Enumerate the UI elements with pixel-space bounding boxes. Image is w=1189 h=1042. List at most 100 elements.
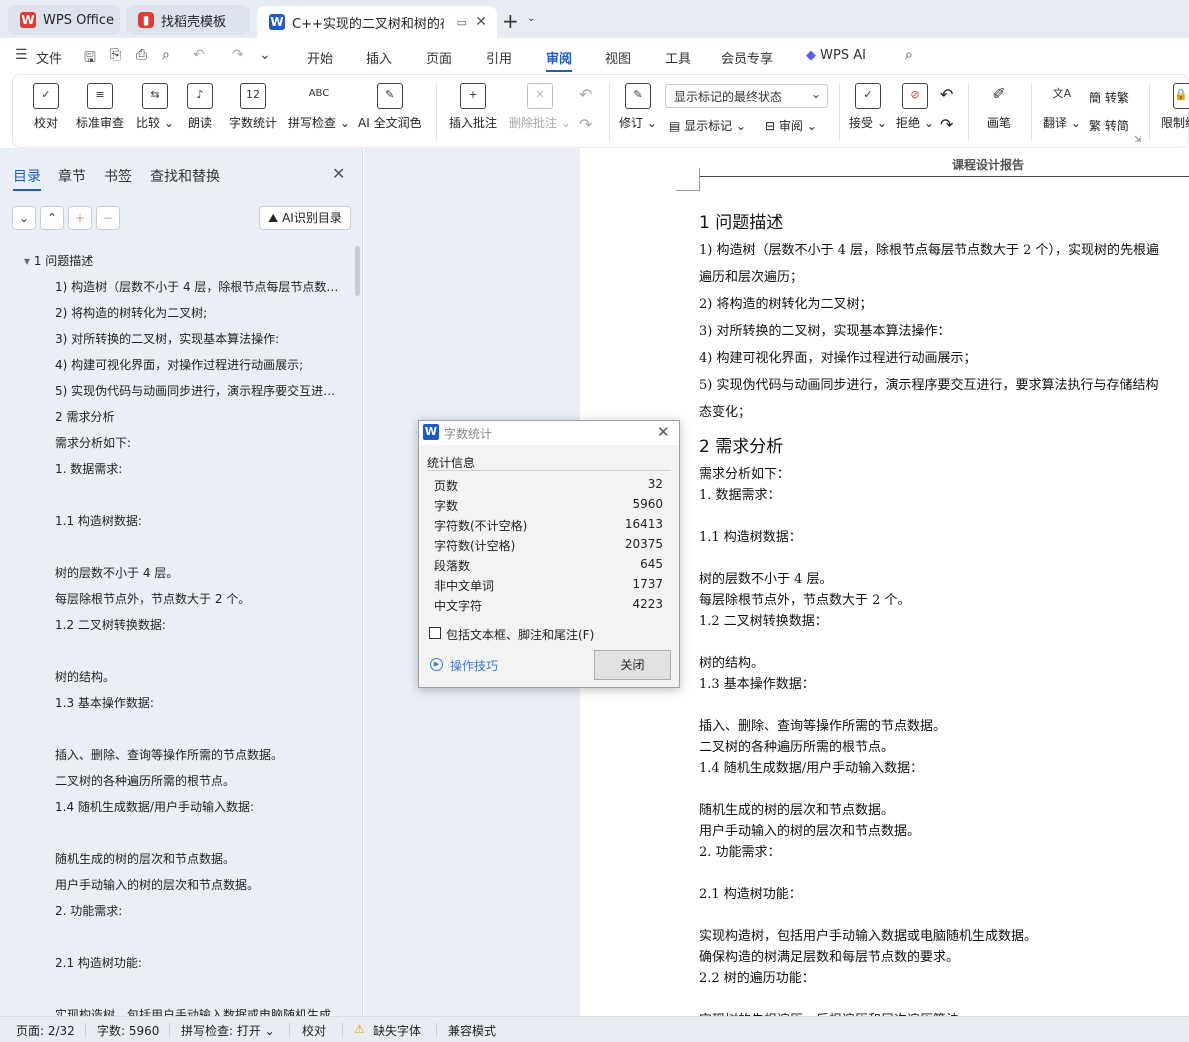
markup-state-select[interactable]: 显示标记的最终状态 ⌄ <box>665 84 828 108</box>
pen-button[interactable]: ✐ 画笔 <box>986 83 1012 131</box>
toc-item[interactable]: 1.1 构造树数据: <box>55 512 340 529</box>
tips-link[interactable]: 操作技巧 <box>450 657 498 674</box>
tab-sections[interactable]: 章节 <box>58 166 86 186</box>
previous-comment-icon[interactable]: ↶ <box>579 85 592 104</box>
toc-item[interactable]: 1.3 基本操作数据: <box>55 694 340 711</box>
tab-docer-templates[interactable]: ▮ 找稻壳模板 <box>126 5 250 35</box>
restrict-editing-button[interactable]: 🔒 限制编 <box>1161 83 1189 131</box>
word-count-button[interactable]: 12 字数统计 <box>229 83 277 131</box>
toc-item[interactable]: 二叉树的各种遍历所需的根节点。 <box>55 772 340 789</box>
menu-wps-ai[interactable]: ◆ WPS AI <box>806 48 866 63</box>
search-icon[interactable]: ⌕ <box>905 47 913 63</box>
toc-item[interactable]: 1) 构造树（层数不小于 4 层，除根节点每层节点数大于 2 个），实现树的先根… <box>55 278 340 295</box>
translate-button[interactable]: 文A 翻译 ⌄ <box>1043 83 1081 131</box>
undo-icon[interactable]: ↶ <box>193 47 205 63</box>
toc-item[interactable]: ▾ 1 问题描述 <box>24 252 344 269</box>
close-icon[interactable]: ✕ <box>475 14 487 30</box>
tab-bookmarks[interactable]: 书签 <box>104 166 132 186</box>
menu-insert[interactable]: 插入 <box>366 48 392 67</box>
read-aloud-button[interactable]: ♪ 朗读 <box>187 83 213 131</box>
word-count-indicator[interactable]: 字数: 5960 <box>97 1022 159 1039</box>
toc-item[interactable]: 1. 数据需求: <box>55 460 340 477</box>
include-textbox-label[interactable]: 包括文本框、脚注和尾注(F) <box>446 626 594 643</box>
toc-item[interactable]: 2 需求分析 <box>55 408 340 425</box>
missing-font-indicator[interactable]: 缺失字体 <box>373 1022 421 1039</box>
toc-item[interactable]: 3) 对所转换的二叉树，实现基本算法操作: <box>55 330 340 347</box>
toc-scrollbar[interactable] <box>355 246 360 296</box>
close-icon[interactable]: ✕ <box>657 423 670 441</box>
compat-mode-indicator[interactable]: 兼容模式 <box>448 1022 496 1039</box>
proofread-button[interactable]: ✓ 校对 <box>33 83 59 131</box>
toc-item[interactable]: 1.4 随机生成数据/用户手动输入数据: <box>55 798 340 815</box>
tab-toc[interactable]: 目录 <box>13 166 41 191</box>
close-icon[interactable]: ✕ <box>332 164 345 183</box>
remove-heading-button[interactable]: − <box>96 206 120 230</box>
tab-find-replace[interactable]: 查找和替换 <box>150 166 220 186</box>
toc-item[interactable]: 树的层数不小于 4 层。 <box>55 564 340 581</box>
toc-item[interactable]: 实现构造树，包括用户手动输入数据或电脑随机生成 <box>55 1006 340 1016</box>
spell-check-button[interactable]: ABC 拼写检查 ⌄ <box>288 83 350 131</box>
toc-item[interactable]: 插入、删除、查询等操作所需的节点数据。 <box>55 746 340 763</box>
dialog-titlebar[interactable]: W 字数统计 ✕ <box>419 421 679 445</box>
to-traditional-button[interactable]: 簡 转繁 <box>1089 89 1129 106</box>
hamburger-icon[interactable]: ☰ <box>15 47 28 63</box>
toc-item[interactable]: 1.2 二叉树转换数据: <box>55 616 340 633</box>
toc-item[interactable]: 2) 将构造的树转化为二叉树; <box>55 304 340 321</box>
menu-tools[interactable]: 工具 <box>665 48 691 67</box>
menu-file[interactable]: 文件 <box>36 48 62 67</box>
menu-references[interactable]: 引用 <box>486 48 512 67</box>
proofread-indicator[interactable]: 校对 <box>302 1022 326 1039</box>
ai-polish-button[interactable]: ✎ AI 全文润色 <box>358 83 422 131</box>
new-tab-icon[interactable]: + <box>502 9 519 33</box>
chevron-down-icon[interactable]: ⌄ <box>527 13 535 24</box>
next-comment-icon[interactable]: ↷ <box>579 115 592 134</box>
chevron-down-icon[interactable]: ⌄ <box>259 47 271 63</box>
next-change-icon[interactable]: ↷ <box>940 115 953 134</box>
expand-arrow-icon[interactable]: ▾ <box>24 254 34 268</box>
compare-button[interactable]: ⇆ 比较 ⌄ <box>136 83 174 131</box>
ribbon-expand-icon[interactable]: ⇲ <box>1134 135 1142 145</box>
print-preview-icon[interactable]: ⌕ <box>162 47 170 63</box>
save-icon[interactable]: 🖫 <box>84 47 96 71</box>
menu-home[interactable]: 开始 <box>307 48 333 67</box>
track-changes-button[interactable]: ✎ 修订 ⌄ <box>619 83 657 131</box>
show-markup-button[interactable]: ▤ 显示标记 ⌄ <box>669 117 746 134</box>
previous-change-icon[interactable]: ↶ <box>940 85 953 104</box>
toc-item[interactable]: 用户手动输入的树的层次和节点数据。 <box>55 876 340 893</box>
standard-review-button[interactable]: ≡ 标准审查 <box>76 83 124 131</box>
menu-view[interactable]: 视图 <box>605 48 631 67</box>
toc-item[interactable]: 需求分析如下: <box>55 434 340 451</box>
export-icon[interactable]: ⎘ <box>110 47 121 63</box>
toc-item[interactable]: 随机生成的树的层次和节点数据。 <box>55 850 340 867</box>
to-simplified-button[interactable]: 繁 转简 <box>1089 117 1129 134</box>
close-button[interactable]: 关闭 <box>594 650 671 680</box>
insert-comment-button[interactable]: + 插入批注 <box>449 83 497 131</box>
page-indicator[interactable]: 页面: 2/32 <box>16 1022 75 1039</box>
toc-item[interactable]: 4) 构建可视化界面，对操作过程进行动画展示; <box>55 356 340 373</box>
monitor-icon[interactable]: ▭ <box>457 16 467 29</box>
tab-current-document[interactable]: W C++实现的二叉树和树的存储 ▭ ✕ <box>257 6 497 38</box>
redo-icon[interactable]: ↷ <box>232 47 244 63</box>
delete-comment-button[interactable]: ✕ 删除批注 ⌄ <box>509 83 571 131</box>
accept-button[interactable]: ✓ 接受 ⌄ <box>849 83 887 131</box>
menu-review[interactable]: 审阅 <box>546 48 573 72</box>
toc-item[interactable]: 树的结构。 <box>55 668 340 685</box>
collapse-all-button[interactable]: ⌄ <box>12 206 36 230</box>
toc-item[interactable]: 5) 实现伪代码与动画同步进行，演示程序要交互进行，要求算法执行与存储结构状态变… <box>55 382 340 399</box>
reject-button[interactable]: ⊘ 拒绝 ⌄ <box>896 83 934 131</box>
play-icon[interactable]: ▶ <box>430 658 443 671</box>
include-textbox-checkbox[interactable] <box>429 627 441 639</box>
toc-item[interactable]: 2.1 构造树功能: <box>55 954 340 971</box>
tab-wps-office[interactable]: W WPS Office <box>8 5 120 35</box>
stat-label: 非中文单词 <box>434 579 495 593</box>
toc-item[interactable]: 2. 功能需求: <box>55 902 340 919</box>
expand-up-button[interactable]: ⌃ <box>40 206 64 230</box>
toc-item[interactable]: 每层除根节点外，节点数大于 2 个。 <box>55 590 340 607</box>
ai-toc-button[interactable]: ⛰ AI识别目录 <box>259 206 351 230</box>
menu-page[interactable]: 页面 <box>426 48 452 67</box>
add-heading-button[interactable]: + <box>68 206 92 230</box>
review-pane-button[interactable]: ⊟ 审阅 ⌄ <box>765 117 817 134</box>
spell-check-indicator[interactable]: 拼写检查: 打开 ⌄ <box>181 1022 275 1039</box>
print-icon[interactable]: ⎙ <box>136 47 147 63</box>
menu-member[interactable]: 会员专享 <box>721 48 773 67</box>
